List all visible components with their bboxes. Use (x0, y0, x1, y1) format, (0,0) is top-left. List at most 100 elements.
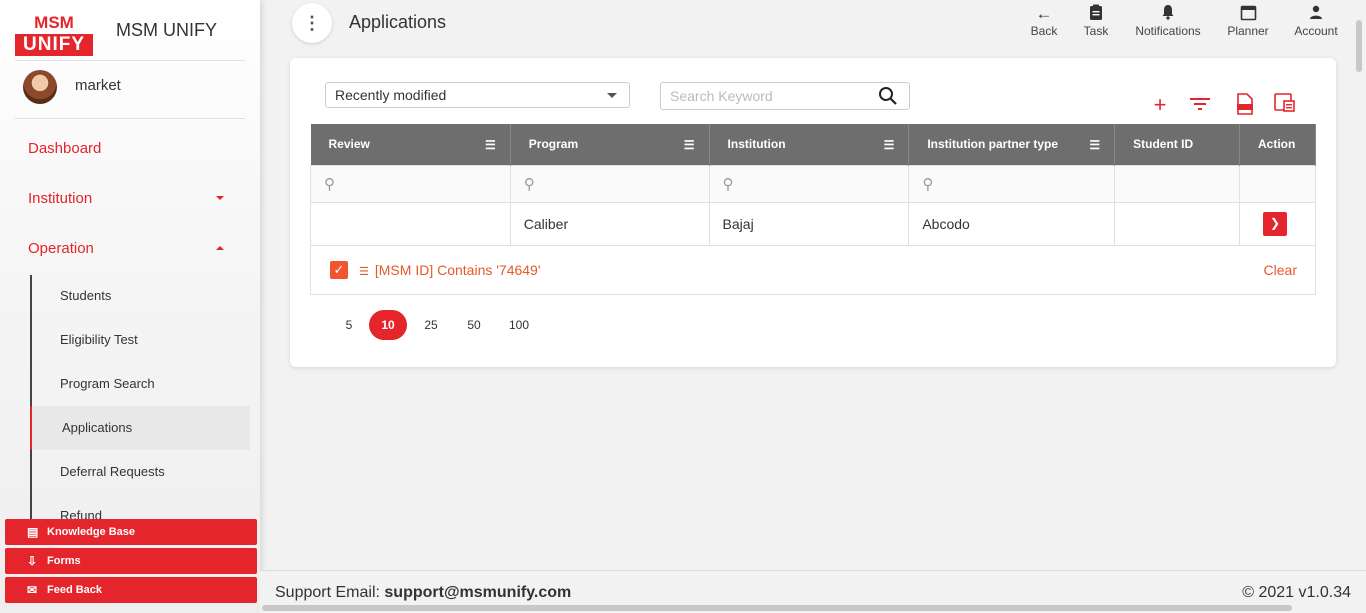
divider (15, 60, 245, 61)
applications-table: Review ☰ Program ☰ Institution ☰ Institutio… (310, 124, 1316, 246)
task-button[interactable]: Task (1080, 4, 1112, 38)
sidebar-item-applications[interactable]: Applications (30, 406, 250, 450)
msm-unify-logo[interactable]: MSM UNIFY (15, 12, 93, 56)
logo-unify-text: UNIFY (15, 34, 93, 56)
column-header-program[interactable]: Program ☰ (510, 124, 710, 165)
back-label: Back (1030, 24, 1058, 38)
filter-cell-program[interactable]: ⚲ (509, 164, 710, 203)
chevron-down-icon[interactable] (216, 196, 224, 200)
notifications-label: Notifications (1135, 24, 1201, 38)
column-header-partner-type[interactable]: Institution partner type ☰ (908, 124, 1116, 165)
filter-expression[interactable]: ☰ [MSM ID] Contains '74649' (359, 262, 541, 278)
planner-button[interactable]: Planner (1224, 4, 1272, 38)
filter-cell-review[interactable]: ⚲ (310, 164, 511, 203)
search-input[interactable] (660, 82, 910, 110)
search-icon: ⚲ (722, 175, 734, 193)
calendar-icon (1224, 4, 1272, 24)
column-header-action: Action (1239, 124, 1316, 165)
sidebar-item-institution[interactable]: Institution (28, 190, 92, 207)
feedback-icon: ✉ (27, 583, 38, 597)
bell-icon (1130, 4, 1206, 24)
search-icon: ⚲ (324, 175, 335, 193)
task-label: Task (1083, 24, 1109, 38)
support-info: Support Email: support@msmunify.com (275, 584, 571, 602)
filter-cell-institution[interactable]: ⚲ (708, 164, 910, 203)
filter-enable-checkbox[interactable]: ✓ (330, 261, 348, 279)
add-icon[interactable]: + (1148, 93, 1172, 117)
table-header-row: Review ☰ Program ☰ Institution ☰ Institutio… (310, 124, 1316, 165)
person-icon (1290, 4, 1342, 24)
page-title: Applications (349, 12, 447, 32)
chevron-up-icon[interactable] (216, 246, 224, 250)
feedback-label: Feed Back (47, 584, 103, 596)
cell-partner-type: Abcodo (908, 201, 1116, 246)
column-header-label: Review (328, 137, 370, 152)
search-icon[interactable] (878, 86, 898, 106)
account-button[interactable]: Account (1290, 4, 1342, 38)
forms-button[interactable]: ⇩ Forms (5, 548, 257, 574)
column-header-label: Program (528, 137, 579, 152)
vertical-scrollbar[interactable] (1356, 20, 1362, 72)
export-xlsx-icon[interactable] (1233, 93, 1257, 117)
column-chooser-icon[interactable] (1273, 93, 1297, 117)
row-action-dropdown-icon[interactable]: ❯ (1263, 211, 1287, 236)
feedback-button[interactable]: ✉ Feed Back (5, 577, 257, 603)
forms-label: Forms (47, 555, 81, 567)
page-size-option[interactable]: 5 (330, 310, 368, 340)
filter-icon[interactable] (1188, 93, 1212, 117)
user-name[interactable]: market (75, 77, 121, 94)
avatar[interactable] (23, 70, 57, 104)
applications-card: Recently modified + Review ☰ Program ☰ Ins… (290, 58, 1336, 367)
logo-msm-text: MSM (25, 12, 83, 34)
sidebar-item-operation[interactable]: Operation (28, 240, 94, 257)
filter-cell-partner-type[interactable]: ⚲ (908, 164, 1116, 203)
page-size-option[interactable]: 10 (369, 310, 407, 340)
sidebar-item-program-search[interactable]: Program Search (30, 362, 250, 406)
dropdown-arrow-icon (607, 93, 617, 98)
table-row[interactable]: Caliber Bajaj Abcodo ❯ (310, 201, 1316, 246)
page-size-option[interactable]: 25 (412, 310, 450, 340)
column-filter-icon[interactable]: ☰ (485, 138, 496, 152)
sort-select[interactable]: Recently modified (325, 82, 630, 108)
column-header-review[interactable]: Review ☰ (310, 124, 511, 165)
filter-row: ⚲ ⚲ ⚲ ⚲ (310, 164, 1316, 203)
clear-filter-link[interactable]: Clear (1264, 262, 1297, 278)
filter-cell-action (1239, 164, 1316, 203)
column-filter-icon[interactable]: ☰ (684, 138, 695, 152)
arrow-left-icon: ← (1035, 4, 1053, 23)
knowledge-base-button[interactable]: ▤ Knowledge Base (5, 519, 257, 545)
page-size-option[interactable]: 50 (455, 310, 493, 340)
search-icon: ⚲ (922, 175, 934, 193)
filter-panel: ✓ ☰ [MSM ID] Contains '74649' Clear (310, 246, 1316, 295)
column-header-label: Institution partner type (927, 137, 1058, 152)
version-text: © 2021 v1.0.34 (1242, 584, 1351, 601)
more-menu-button[interactable]: ⋮ (292, 3, 332, 43)
page-size-option[interactable]: 100 (500, 310, 538, 340)
cell-review (310, 201, 511, 246)
kebab-icon: ⋮ (303, 13, 321, 33)
sidebar-item-eligibility-test[interactable]: Eligibility Test (30, 318, 250, 362)
filter-cell-student-id (1114, 164, 1240, 203)
support-email-link[interactable]: support@msmunify.com (384, 584, 571, 601)
horizontal-scrollbar[interactable] (262, 605, 1292, 611)
notifications-button[interactable]: Notifications (1130, 4, 1206, 38)
filter-icon: ☰ (359, 266, 369, 278)
column-header-label: Institution (727, 137, 786, 152)
sidebar-item-deferral-requests[interactable]: Deferral Requests (30, 450, 250, 494)
sidebar: MSM UNIFY MSM UNIFY market Dashboard Ins… (0, 0, 260, 613)
planner-label: Planner (1227, 24, 1269, 38)
filter-expression-text: [MSM ID] Contains '74649' (374, 262, 541, 278)
column-header-label: Student ID (1133, 137, 1194, 152)
book-icon: ▤ (27, 525, 39, 539)
sort-select-value: Recently modified (335, 87, 447, 103)
cell-action: ❯ (1239, 201, 1316, 246)
column-filter-icon[interactable]: ☰ (1089, 138, 1100, 152)
back-button[interactable]: ← Back (1028, 4, 1060, 38)
column-header-institution[interactable]: Institution ☰ (709, 124, 910, 165)
sidebar-item-dashboard[interactable]: Dashboard (28, 140, 101, 157)
divider (15, 118, 245, 119)
download-icon: ⇩ (27, 554, 38, 568)
column-filter-icon[interactable]: ☰ (884, 138, 895, 152)
sidebar-item-students[interactable]: Students (30, 274, 250, 318)
column-header-student-id[interactable]: Student ID (1114, 124, 1240, 165)
